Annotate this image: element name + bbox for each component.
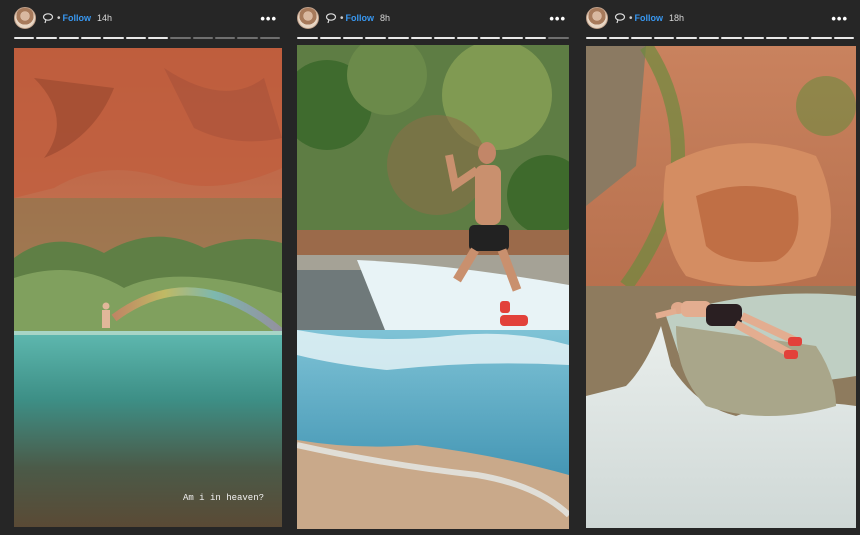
progress-segment [721,37,742,39]
progress-segment [58,37,79,39]
follow-button[interactable]: Follow [63,13,92,23]
progress-segment [676,37,697,39]
progress-segment [14,37,35,39]
progress-segment [653,37,674,39]
progress-segment [433,37,455,39]
story-image-slide-waterfall[interactable] [586,46,856,528]
progress-segment [170,37,191,39]
more-options-icon[interactable]: ••• [831,11,848,26]
story-panel-2[interactable]: • Follow 8h ••• [289,0,578,535]
progress-segment [743,37,764,39]
progress-segment [259,37,280,39]
progress-segment [548,37,569,39]
story-panel-3[interactable]: • Follow 18h ••• [578,0,860,535]
waterfall-jump-photo [297,45,569,529]
story-progress-bar [14,37,280,39]
progress-segment [192,37,213,39]
profile-avatar[interactable] [586,7,608,29]
profile-avatar[interactable] [297,7,319,29]
progress-segment [297,37,318,39]
progress-segment [319,37,341,39]
story-timestamp: 18h [669,13,685,23]
story-header: • Follow 14h ••• [0,6,289,30]
progress-segment [833,37,854,39]
story-caption: Am i in heaven? [182,493,264,503]
story-header: • Follow 8h ••• [289,6,578,30]
progress-segment [766,37,787,39]
progress-segment [103,37,124,39]
story-timestamp: 14h [97,13,113,23]
progress-segment [502,37,524,39]
separator-dot: • [340,12,344,24]
progress-segment [365,37,387,39]
progress-segment [525,37,547,39]
progress-segment [36,37,57,39]
story-image-waterfall-jump[interactable] [297,45,569,529]
profile-avatar[interactable] [14,7,36,29]
progress-segment [342,37,364,39]
progress-segment [608,37,629,39]
progress-segment [698,37,719,39]
progress-segment [237,37,258,39]
progress-segment [479,37,501,39]
progress-segment [214,37,236,39]
progress-segment [456,37,478,39]
more-options-icon[interactable]: ••• [260,11,277,26]
progress-segment [80,37,102,39]
lasso-icon [325,13,337,24]
progress-segment [388,37,410,39]
story-progress-bar [297,37,569,39]
progress-segment [586,37,607,39]
progress-segment [631,37,652,39]
progress-segment [811,37,832,39]
follow-button[interactable]: Follow [346,13,375,23]
lasso-icon [614,13,626,24]
progress-segment [147,37,169,39]
story-progress-bar [586,37,854,39]
story-header: • Follow 18h ••• [578,6,860,30]
story-panel-1[interactable]: • Follow 14h ••• Am i in heaven? [0,0,289,535]
progress-segment [125,37,146,39]
follow-button[interactable]: Follow [635,13,664,23]
separator-dot: • [57,12,61,24]
progress-segment [788,37,809,39]
slide-waterfall-photo [586,46,856,528]
canyon-pool-photo [14,48,282,527]
progress-segment [411,37,432,39]
separator-dot: • [629,12,633,24]
story-timestamp: 8h [380,13,391,23]
more-options-icon[interactable]: ••• [549,11,566,26]
story-image-canyon-pool[interactable]: Am i in heaven? [14,48,282,527]
lasso-icon [42,13,54,24]
